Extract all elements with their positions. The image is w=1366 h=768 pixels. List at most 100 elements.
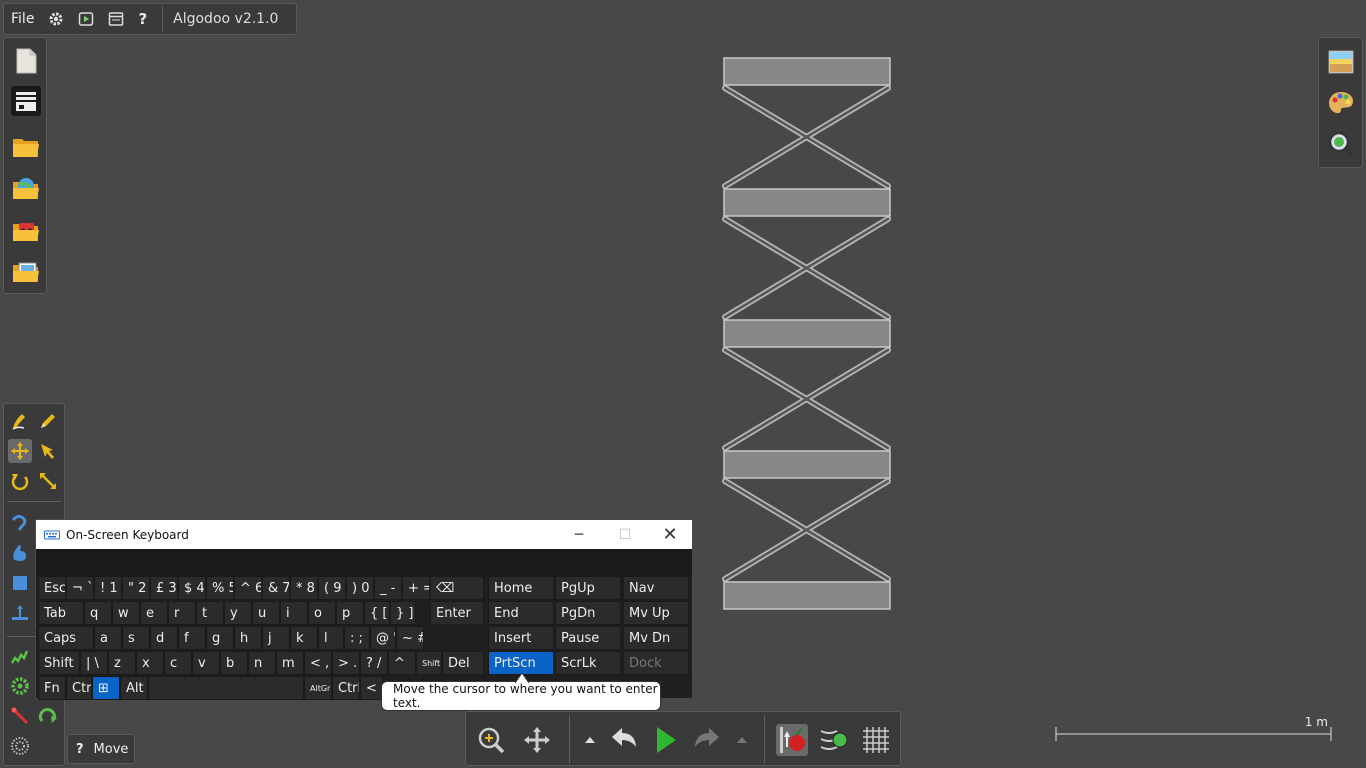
osk-key[interactable]: y bbox=[224, 601, 252, 625]
osk-key[interactable]: w bbox=[112, 601, 140, 625]
gravity-toggle-icon[interactable] bbox=[776, 724, 808, 756]
osk-nav-key[interactable]: Dock bbox=[623, 651, 689, 675]
osk-key[interactable]: ( 9 bbox=[318, 576, 346, 600]
spring-tool-icon[interactable] bbox=[8, 644, 32, 668]
osk-key[interactable]: + = bbox=[402, 576, 430, 600]
sketch-tool-icon[interactable] bbox=[8, 409, 32, 433]
osk-key[interactable] bbox=[148, 676, 304, 700]
osk-key[interactable]: Esc bbox=[38, 576, 66, 600]
osk-nav-key[interactable]: Mv Up bbox=[623, 601, 689, 625]
osk-key[interactable]: ¬ ` bbox=[66, 576, 94, 600]
osk-key[interactable]: f bbox=[178, 626, 206, 650]
scale-tool-icon[interactable] bbox=[36, 469, 60, 493]
osk-key[interactable]: Shift bbox=[38, 651, 80, 675]
scene-folder-icon[interactable] bbox=[11, 256, 41, 286]
rope-tool-icon[interactable] bbox=[8, 510, 32, 534]
background-theme-icon[interactable] bbox=[1327, 48, 1355, 76]
scene-browser-icon[interactable] bbox=[11, 86, 41, 116]
osk-key[interactable]: > . bbox=[332, 651, 360, 675]
osk-key[interactable]: m bbox=[276, 651, 304, 675]
osk-key[interactable]: Ctrl bbox=[66, 676, 92, 700]
grid-toggle-icon[interactable] bbox=[860, 724, 892, 756]
laser-tool-icon[interactable] bbox=[8, 704, 32, 728]
osk-key[interactable]: % 5 bbox=[206, 576, 234, 600]
osk-key[interactable]: c bbox=[164, 651, 192, 675]
osk-key[interactable]: ⊞ bbox=[92, 676, 120, 700]
osk-key[interactable]: v bbox=[192, 651, 220, 675]
osk-nav-key[interactable]: PrtScn bbox=[488, 651, 554, 675]
examples-folder-icon[interactable] bbox=[11, 215, 41, 245]
osk-key[interactable]: z bbox=[108, 651, 136, 675]
redo-icon[interactable] bbox=[691, 724, 723, 756]
thruster-tool-icon[interactable] bbox=[36, 704, 60, 728]
move-tool-icon[interactable] bbox=[8, 439, 32, 463]
osk-key[interactable]: i bbox=[280, 601, 308, 625]
osk-key[interactable]: b bbox=[220, 651, 248, 675]
osk-key[interactable]: t bbox=[196, 601, 224, 625]
new-scene-icon[interactable] bbox=[11, 46, 41, 76]
osk-key[interactable]: j bbox=[262, 626, 290, 650]
osk-key[interactable]: ⌫ bbox=[430, 576, 484, 600]
on-screen-keyboard-window[interactable]: On-Screen Keyboard ─ ☐ ✕ Esc ¬ `! 1 " 2 £ 3… bbox=[35, 519, 693, 700]
osk-key[interactable]: o bbox=[308, 601, 336, 625]
zoom-camera-icon[interactable] bbox=[1327, 130, 1355, 158]
osk-nav-key[interactable]: ScrLk bbox=[555, 651, 621, 675]
osk-key[interactable]: u bbox=[252, 601, 280, 625]
plane-tool-icon[interactable] bbox=[8, 601, 32, 625]
osk-nav-key[interactable]: Home bbox=[488, 576, 554, 600]
air-friction-toggle-icon[interactable] bbox=[818, 724, 850, 756]
osk-nav-key[interactable]: PgUp bbox=[555, 576, 621, 600]
osk-key[interactable]: p bbox=[336, 601, 364, 625]
osk-key[interactable]: Shift bbox=[416, 651, 442, 675]
osk-key[interactable]: l bbox=[318, 626, 344, 650]
osk-nav-key[interactable]: Nav bbox=[623, 576, 689, 600]
osk-key[interactable]: ^ 6 bbox=[234, 576, 262, 600]
undo-icon[interactable] bbox=[608, 724, 640, 756]
osk-key[interactable]: n bbox=[248, 651, 276, 675]
close-icon[interactable]: ✕ bbox=[647, 520, 693, 549]
osk-key[interactable]: e bbox=[140, 601, 168, 625]
scene-canvas[interactable] bbox=[700, 50, 920, 620]
osk-key[interactable]: Fn bbox=[38, 676, 66, 700]
osk-key[interactable]: Tab bbox=[38, 601, 84, 625]
osk-key[interactable]: ^ bbox=[388, 651, 416, 675]
osk-key[interactable]: | \ bbox=[80, 651, 108, 675]
osk-key[interactable]: _ - bbox=[374, 576, 402, 600]
osk-key[interactable]: @ ' bbox=[370, 626, 396, 650]
osk-key[interactable]: ~ # bbox=[396, 626, 424, 650]
hint-question-icon[interactable]: ? bbox=[76, 742, 84, 757]
osk-key[interactable]: a bbox=[94, 626, 122, 650]
osk-key[interactable]: h bbox=[234, 626, 262, 650]
osk-key[interactable]: Ctrl bbox=[332, 676, 360, 700]
open-folder-icon[interactable] bbox=[11, 131, 41, 161]
rotate-tool-icon[interactable] bbox=[8, 469, 32, 493]
osk-key[interactable]: g bbox=[206, 626, 234, 650]
osk-key[interactable]: $ 4 bbox=[178, 576, 206, 600]
osk-key[interactable]: £ 3 bbox=[150, 576, 178, 600]
minimize-icon[interactable]: ─ bbox=[556, 520, 602, 549]
osk-key[interactable]: q bbox=[84, 601, 112, 625]
drag-tool-icon[interactable] bbox=[36, 439, 60, 463]
maximize-icon[interactable]: ☐ bbox=[602, 520, 648, 549]
osk-key[interactable]: d bbox=[150, 626, 178, 650]
osk-key[interactable]: Del bbox=[442, 651, 484, 675]
gear-tool-icon[interactable] bbox=[8, 674, 32, 698]
pencil-tool-icon[interactable] bbox=[36, 409, 60, 433]
osk-key[interactable]: & 7 bbox=[262, 576, 290, 600]
online-folder-icon[interactable] bbox=[11, 173, 41, 203]
osk-key[interactable]: AltGr bbox=[304, 676, 332, 700]
osk-key[interactable]: { [ bbox=[364, 601, 390, 625]
osk-key[interactable]: * 8 bbox=[290, 576, 318, 600]
osk-key[interactable]: Caps bbox=[38, 626, 94, 650]
play-simulation-icon[interactable] bbox=[649, 724, 681, 756]
osk-key[interactable]: : ; bbox=[344, 626, 370, 650]
zoom-icon[interactable] bbox=[475, 724, 507, 756]
osk-title-bar[interactable]: On-Screen Keyboard ─ ☐ ✕ bbox=[36, 520, 692, 549]
file-menu[interactable]: File bbox=[4, 4, 41, 34]
osk-key[interactable]: Enter bbox=[430, 601, 484, 625]
osk-key[interactable]: ? / bbox=[360, 651, 388, 675]
settings-gear-icon[interactable] bbox=[41, 4, 71, 34]
osk-nav-key[interactable]: End bbox=[488, 601, 554, 625]
color-palette-icon[interactable] bbox=[1327, 89, 1355, 117]
help-question-icon[interactable]: ? bbox=[131, 4, 154, 34]
